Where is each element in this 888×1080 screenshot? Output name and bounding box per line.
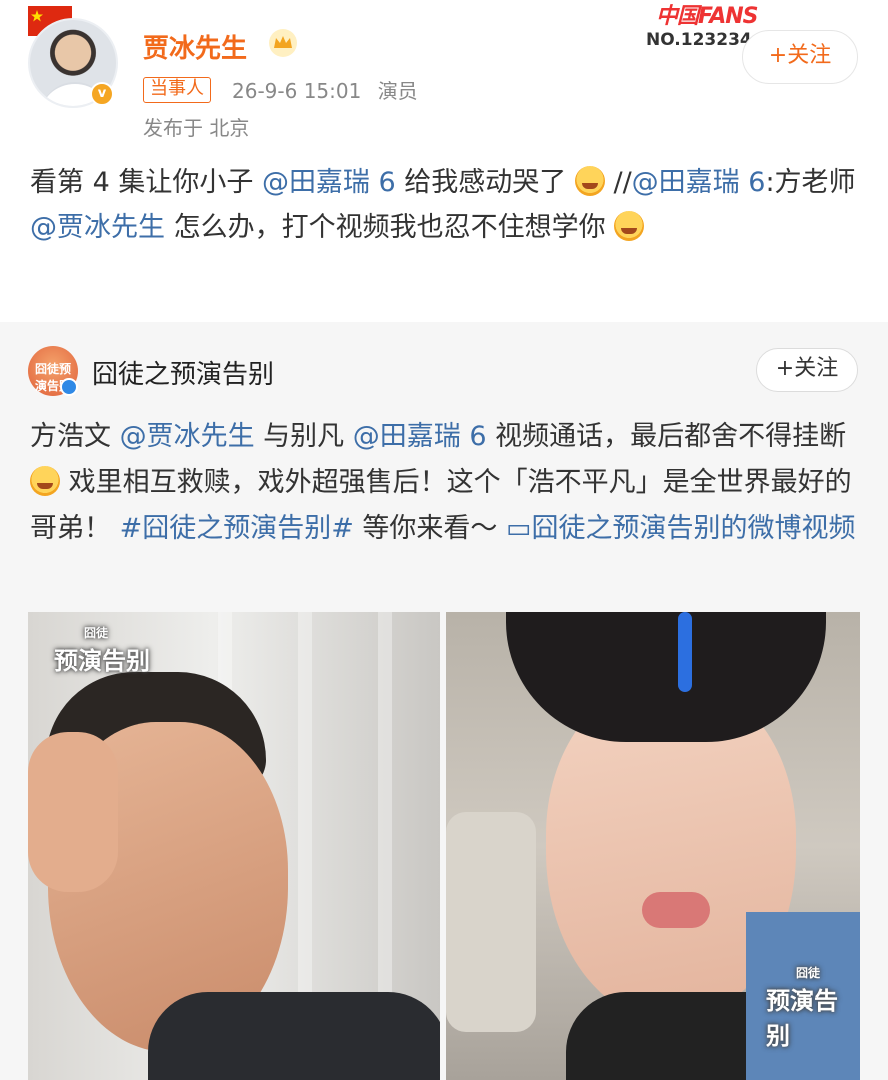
text-span: 与别凡: [254, 421, 353, 452]
post-text: 看第 4 集让你小子 @田嘉瑞 6 给我感动哭了 //@田嘉瑞 6:方老师 @贾…: [30, 160, 860, 250]
fans-number: NO.123234: [646, 30, 752, 50]
crown-icon: [269, 29, 297, 57]
sweat-emoji-icon: [30, 466, 60, 496]
watermark-small: 囧徒: [796, 966, 821, 980]
cry-emoji-icon: [574, 166, 605, 196]
mention-link[interactable]: @田嘉瑞 6: [632, 167, 766, 198]
location: 发布于 北京: [143, 116, 250, 140]
username[interactable]: 贾冰先生: [143, 28, 247, 65]
watermark-big: 预演告别: [766, 987, 838, 1050]
repost-card[interactable]: 囧徒预演告别 囧徒之预演告别 +关注 方浩文 @贾冰先生 与别凡 @田嘉瑞 6 …: [0, 322, 888, 1080]
video-frame-left[interactable]: 囧徒 预演告别: [28, 612, 440, 1080]
text-span: 等你来看～: [353, 513, 507, 544]
follow-button[interactable]: +关注: [742, 30, 858, 84]
mention-link[interactable]: @田嘉瑞 6: [353, 421, 487, 452]
watermark: 囧徒 预演告别: [766, 964, 860, 1051]
fans-title: 中国FANS: [656, 4, 758, 29]
hashtag-link[interactable]: #囧徒之预演告别#: [120, 513, 354, 544]
text-span: 方浩文: [30, 421, 120, 452]
hand: [28, 732, 118, 892]
lips: [642, 892, 710, 928]
text-span: 看第 4 集让你小子: [30, 167, 262, 198]
person-hair: [506, 612, 826, 742]
mention-link[interactable]: @田嘉瑞 6: [262, 167, 396, 198]
mention-link[interactable]: @贾冰先生: [30, 212, 165, 243]
seat: [446, 812, 536, 1032]
post-meta: 26-9-6 15:01 演员: [232, 75, 418, 104]
mention-link[interactable]: @贾冰先生: [120, 421, 255, 452]
repost-text: 方浩文 @贾冰先生 与别凡 @田嘉瑞 6 视频通话，最后都舍不得挂断 戏里相互救…: [30, 414, 860, 552]
watermark: 囧徒 预演告别: [54, 624, 150, 676]
verified-icon: v: [90, 82, 114, 106]
shirt: [148, 992, 440, 1080]
text-span: 给我感动哭了: [395, 167, 567, 198]
repost-username[interactable]: 囧徒之预演告别: [92, 354, 274, 391]
post-header: v 贾冰先生 当事人 26-9-6 15:01 演员 发布于 北京 中国FANS…: [0, 0, 888, 150]
watermark-small: 囧徒: [84, 626, 109, 640]
role-label: 演员: [377, 79, 418, 103]
hair-highlight: [678, 612, 692, 692]
verified-icon: [60, 378, 78, 396]
text-span: 视频通话，最后都舍不得挂断: [486, 421, 847, 452]
hug-emoji-icon: [614, 211, 645, 241]
watermark-big: 预演告别: [54, 647, 150, 675]
text-span: 怎么办，打个视频我也忍不住想学你: [165, 212, 606, 243]
text-span: :方老师: [765, 167, 856, 198]
text-span: //: [604, 167, 632, 198]
repost-follow-button[interactable]: +关注: [756, 348, 858, 392]
video-link[interactable]: ▭囧徒之预演告别的微博视频: [506, 513, 856, 544]
video-frame-right[interactable]: 囧徒 预演告别: [446, 612, 860, 1080]
status-badge: 当事人: [143, 77, 211, 103]
timestamp: 26-9-6 15:01: [232, 79, 362, 103]
